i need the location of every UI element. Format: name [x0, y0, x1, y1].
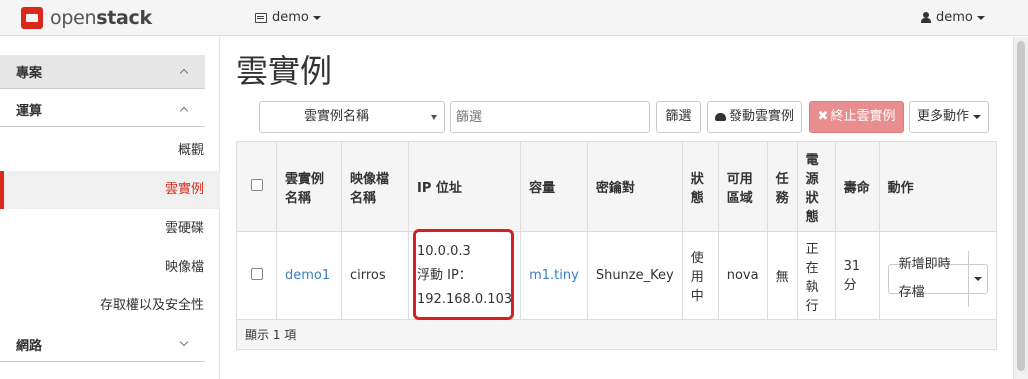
filter-field-value: 雲實例名稱 — [304, 109, 370, 124]
col-status-label: 狀態 — [690, 171, 704, 206]
more-actions-label: 更多動作 — [916, 109, 969, 124]
select-all-cell — [236, 141, 277, 232]
sidebar-item-instances[interactable]: 雲實例 — [0, 171, 220, 209]
task-cell: 無 — [766, 231, 798, 320]
sidebar-item-volumes[interactable]: 雲硬碟 — [0, 210, 220, 248]
availability-zone-cell: nova — [717, 231, 768, 320]
chevron-down-icon — [179, 337, 189, 347]
col-age-label: 壽命 — [843, 181, 870, 196]
chevron-up-icon — [179, 68, 189, 78]
col-az-label: 可用區域 — [726, 171, 753, 206]
row-select-cell — [236, 231, 277, 320]
launch-instance-label: 發動雲實例 — [728, 109, 794, 124]
cloud-upload-icon — [714, 113, 726, 121]
scrollbar-thumb[interactable] — [1017, 41, 1025, 371]
table-row: demo1 cirros 10.0.0.3 浮動 IP： 192.168.0.1… — [236, 231, 998, 320]
row-actions-group: 新增即時存檔 — [887, 251, 988, 307]
select-arrow-icon — [431, 115, 437, 120]
user-menu[interactable]: demo — [921, 10, 985, 25]
col-keypair-label: 密鑰對 — [595, 181, 635, 196]
col-actions-label: 動作 — [887, 181, 914, 196]
col-power-label: 電源狀態 — [805, 152, 819, 225]
openstack-logo[interactable]: openstack — [21, 7, 152, 29]
terminate-instances-label: 終止雲實例 — [830, 109, 896, 124]
flavor-link[interactable]: m1.tiny — [529, 268, 579, 283]
caret-down-icon — [973, 277, 982, 281]
project-selector[interactable]: demo — [255, 10, 321, 25]
col-image[interactable]: 映像檔名稱 — [341, 141, 409, 232]
status-cell: 使用中 — [681, 231, 719, 320]
table-header-row: 雲實例名稱 映像檔名稱 IP 位址 容量 密鑰對 狀態 可用區域 任務 電源狀態… — [236, 141, 998, 232]
project-list-icon — [255, 12, 267, 23]
user-menu-label: demo — [936, 10, 973, 25]
col-age[interactable]: 壽命 — [834, 141, 880, 232]
page-title: 雲實例 — [236, 52, 333, 90]
more-actions-button[interactable]: 更多動作 — [909, 101, 989, 133]
sidebar-section-compute[interactable]: 運算 — [0, 93, 205, 127]
age-cell: 31 分 — [834, 231, 880, 320]
instances-table: 雲實例名稱 映像檔名稱 IP 位址 容量 密鑰對 狀態 可用區域 任務 電源狀態… — [236, 141, 998, 350]
filter-field-select[interactable]: 雲實例名稱 — [259, 101, 445, 133]
actions-cell: 新增即時存檔 — [878, 231, 998, 320]
ip-highlight-annotation — [413, 229, 514, 320]
sidebar: 專案 運算 概觀 雲實例 雲硬碟 映像檔 存取權以及安全性 網路 — [0, 37, 220, 379]
user-icon — [921, 12, 931, 23]
sidebar-section-network[interactable]: 網路 — [0, 328, 205, 362]
create-snapshot-button[interactable]: 新增即時存檔 — [889, 251, 969, 307]
col-ip-label: IP 位址 — [417, 181, 462, 196]
col-task-label: 任務 — [775, 171, 789, 206]
image-name-cell: cirros — [341, 231, 409, 320]
caret-down-icon — [973, 114, 981, 119]
launch-instance-button[interactable]: 發動雲實例 — [707, 101, 802, 133]
caret-down-icon — [312, 15, 321, 20]
item-count: 顯示 1 項 — [236, 319, 997, 350]
top-navbar: openstack demo demo — [0, 0, 1028, 36]
col-size-label: 容量 — [529, 181, 556, 196]
row-actions-dropdown[interactable] — [969, 272, 987, 287]
filter-button[interactable]: 篩選 — [656, 101, 701, 133]
caret-down-icon — [976, 15, 985, 20]
col-size[interactable]: 容量 — [520, 141, 588, 232]
power-state-cell: 正在執行 — [796, 231, 836, 320]
sidebar-item-images[interactable]: 映像檔 — [0, 249, 220, 287]
col-task[interactable]: 任務 — [766, 141, 798, 232]
col-power[interactable]: 電源狀態 — [796, 141, 836, 232]
row-checkbox[interactable] — [250, 267, 263, 280]
col-ip[interactable]: IP 位址 — [407, 141, 522, 232]
chevron-up-icon — [179, 106, 189, 116]
col-image-label: 映像檔名稱 — [350, 171, 390, 206]
sidebar-item-access-security[interactable]: 存取權以及安全性 — [0, 287, 220, 325]
instance-name-cell: demo1 — [276, 231, 342, 320]
select-all-checkbox[interactable] — [250, 178, 263, 191]
col-status[interactable]: 狀態 — [681, 141, 719, 232]
size-cell: m1.tiny — [520, 231, 588, 320]
table-footer-row: 顯示 1 項 — [236, 319, 997, 350]
filter-input[interactable] — [450, 101, 650, 133]
instance-name-link[interactable]: demo1 — [285, 268, 330, 283]
col-keypair[interactable]: 密鑰對 — [586, 141, 683, 232]
openstack-logo-icon — [21, 7, 43, 29]
scrollbar[interactable] — [1013, 37, 1028, 379]
sidebar-item-overview[interactable]: 概觀 — [0, 132, 220, 170]
keypair-cell: Shunze_Key — [586, 231, 683, 320]
sidebar-section-label: 網路 — [16, 339, 43, 354]
sidebar-section-label: 運算 — [16, 104, 43, 119]
terminate-instances-button[interactable]: ✖ 終止雲實例 — [809, 101, 904, 133]
col-az[interactable]: 可用區域 — [717, 141, 768, 232]
sidebar-section-label: 專案 — [16, 66, 43, 81]
col-name-label: 雲實例名稱 — [285, 171, 325, 206]
close-icon: ✖ — [817, 109, 829, 124]
sidebar-section-project[interactable]: 專案 — [0, 55, 205, 89]
brand-name: openstack — [50, 7, 152, 29]
col-name[interactable]: 雲實例名稱 — [276, 141, 342, 232]
col-actions: 動作 — [878, 141, 998, 232]
project-selector-label: demo — [272, 10, 309, 25]
